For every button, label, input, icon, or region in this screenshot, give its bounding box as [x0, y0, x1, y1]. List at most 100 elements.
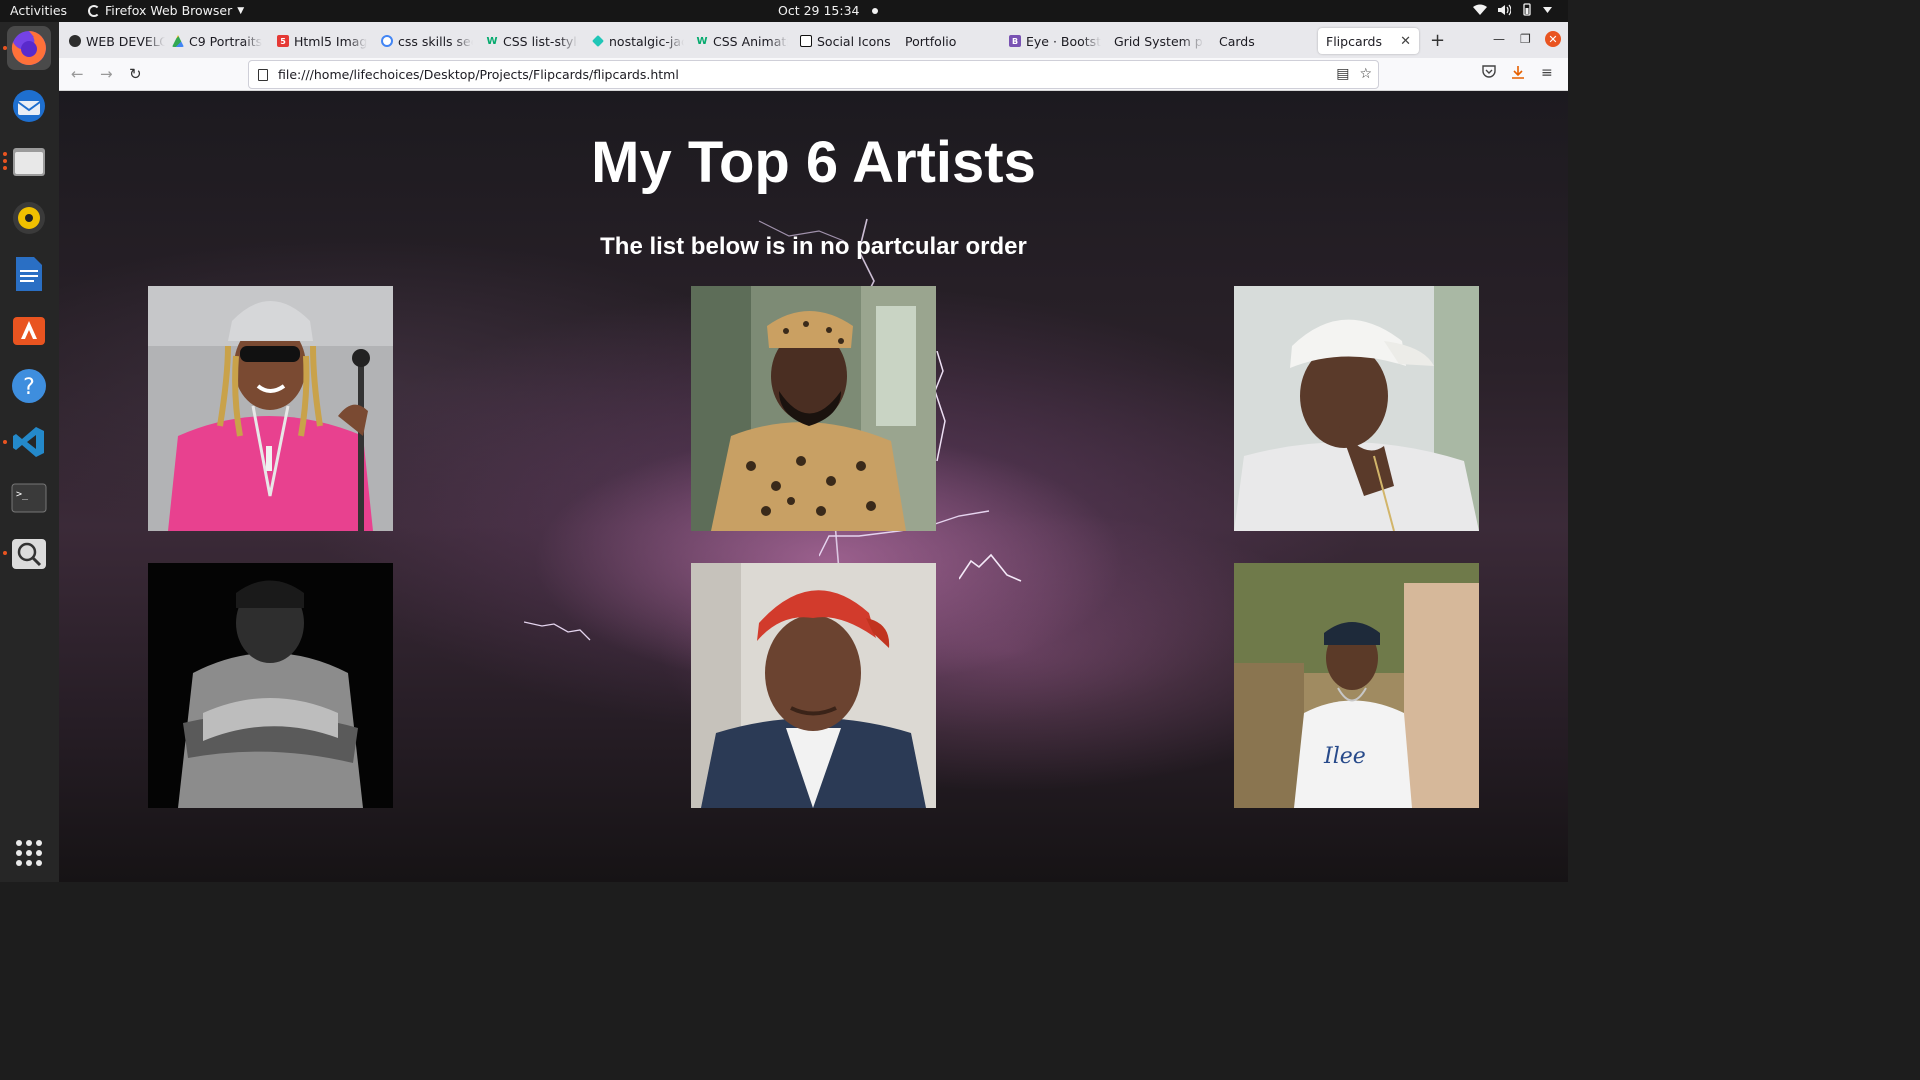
download-icon[interactable] — [1511, 65, 1525, 83]
dock-firefox[interactable] — [7, 26, 51, 70]
url-bar[interactable]: file:///home/lifechoices/Desktop/Project… — [248, 60, 1379, 89]
minimize-button[interactable]: — — [1493, 32, 1505, 46]
system-tray[interactable] — [1473, 3, 1552, 16]
tab-label: Flipcards — [1326, 33, 1382, 49]
tab-6[interactable]: W CSS Animatio — [696, 28, 788, 54]
wifi-icon — [1473, 4, 1487, 15]
volume-icon — [1498, 4, 1511, 15]
artist-card-4[interactable] — [148, 563, 393, 808]
libreoffice-writer-icon — [16, 257, 42, 291]
dock-help[interactable]: ? — [7, 364, 51, 408]
shirt-print: Ilee — [1323, 744, 1366, 769]
bookmark-star-icon[interactable]: ☆ — [1359, 66, 1372, 82]
lightning-bolt — [959, 553, 1022, 582]
tab-8[interactable]: Portfolio — [905, 28, 997, 54]
html5-icon: 5 — [277, 35, 289, 47]
dock-terminal[interactable]: >_ — [7, 476, 51, 520]
tab-5[interactable]: nostalgic-jac — [592, 28, 684, 54]
restore-button[interactable]: ❐ — [1520, 32, 1531, 46]
tab-label: Cards — [1219, 33, 1255, 49]
dock-thunderbird[interactable] — [7, 84, 51, 128]
running-indicator — [3, 551, 7, 555]
tab-label: C9 Portraits — [189, 33, 263, 49]
dock-rhythmbox[interactable] — [7, 196, 51, 240]
artist-photo-2 — [691, 286, 936, 531]
files-icon — [13, 148, 45, 176]
show-applications-icon[interactable] — [16, 840, 42, 866]
artist-photo-6: Ilee — [1234, 563, 1479, 808]
dock-vscode[interactable] — [7, 420, 51, 464]
back-arrow-icon[interactable]: ← — [71, 65, 84, 83]
tab-9[interactable]: B Eye · Bootstr — [1009, 28, 1101, 54]
tab-label: Html5 Image — [294, 33, 367, 49]
tab-7[interactable]: Social Icons — [800, 28, 892, 54]
reader-view-icon[interactable]: ▤ — [1336, 66, 1349, 82]
tab-selected[interactable]: Flipcards ✕ — [1318, 28, 1419, 54]
pocket-icon[interactable] — [1482, 65, 1496, 82]
tab-label: nostalgic-jac — [609, 33, 684, 49]
new-tab-button[interactable]: + — [1430, 30, 1445, 51]
w3schools-icon: W — [486, 35, 498, 47]
tab-label: Portfolio — [905, 33, 957, 49]
reload-icon[interactable]: ↻ — [129, 65, 142, 83]
artist-photo-1 — [148, 286, 393, 531]
artist-card-5[interactable] — [691, 563, 936, 808]
close-tab-icon[interactable]: ✕ — [1400, 34, 1411, 49]
dock-magnifier[interactable] — [7, 532, 51, 576]
dock-writer[interactable] — [7, 252, 51, 296]
google-drive-icon — [172, 35, 184, 47]
running-indicator — [3, 152, 7, 156]
artist-card-2[interactable] — [691, 286, 936, 531]
vscode-icon — [13, 427, 44, 457]
tab-2[interactable]: 5 Html5 Image — [277, 28, 367, 54]
terminal-icon: >_ — [11, 483, 47, 513]
activities-button[interactable]: Activities — [10, 3, 67, 18]
tab-label: CSS Animatio — [713, 33, 788, 49]
running-indicator — [3, 46, 7, 50]
tab-0-icon — [69, 35, 81, 47]
artist-card-1[interactable] — [148, 286, 393, 531]
tab-label: CSS list-style — [503, 33, 578, 49]
help-icon: ? — [12, 369, 46, 403]
app-menu[interactable]: Firefox Web Browser ▼ — [88, 3, 244, 18]
forward-arrow-icon[interactable]: → — [100, 65, 113, 83]
navigation-bar: ← → ↻ file:///home/lifechoices/Desktop/P… — [59, 58, 1568, 91]
tab-4[interactable]: W CSS list-style — [486, 28, 578, 54]
tab-label: css skills sec — [398, 33, 473, 49]
artist-card-3[interactable] — [1234, 286, 1479, 531]
tab-11[interactable]: Cards — [1219, 28, 1309, 54]
tab-3[interactable]: css skills sec — [381, 28, 473, 54]
svg-text:?: ? — [23, 375, 35, 400]
running-indicator — [3, 166, 7, 170]
thunderbird-icon — [13, 90, 45, 122]
artist-card-6[interactable]: Ilee — [1234, 563, 1479, 808]
tab-label: Eye · Bootstr — [1026, 33, 1101, 49]
page-subtitle: The list below is in no partcular order — [600, 233, 1027, 260]
clock[interactable]: Oct 29 15:34 — [778, 3, 878, 18]
firefox-small-icon — [88, 4, 100, 17]
w3schools-icon: W — [696, 35, 708, 47]
svg-text:>_: >_ — [16, 489, 29, 500]
dock-software[interactable] — [7, 308, 51, 352]
bootstrap-icon: B — [1009, 35, 1021, 47]
tab-0[interactable]: WEB DEVELO — [69, 28, 165, 54]
artist-photo-3 — [1234, 286, 1479, 531]
system-top-bar: Activities Firefox Web Browser ▼ Oct 29 … — [0, 0, 1568, 22]
hamburger-menu-icon[interactable]: ≡ — [1541, 65, 1553, 81]
codepen-icon — [800, 35, 812, 47]
page-viewport: My Top 6 Artists The list below is in no… — [59, 91, 1568, 882]
netlify-icon — [592, 35, 604, 47]
url-text[interactable]: file:///home/lifechoices/Desktop/Project… — [278, 67, 679, 82]
app-menu-label: Firefox Web Browser — [105, 3, 233, 18]
dock-files[interactable] — [7, 140, 51, 184]
software-center-icon — [13, 317, 45, 345]
page-icon — [258, 68, 268, 81]
tab-10[interactable]: Grid System par — [1114, 28, 1204, 54]
clock-datetime: Oct 29 15:34 — [778, 3, 860, 18]
dock: ? >_ — [0, 22, 59, 882]
notification-dot-icon — [871, 7, 878, 14]
battery-icon — [1523, 3, 1531, 16]
window-close-button[interactable]: ✕ — [1545, 31, 1561, 47]
artist-photo-5 — [691, 563, 936, 808]
tab-1[interactable]: C9 Portraits — [172, 28, 265, 54]
